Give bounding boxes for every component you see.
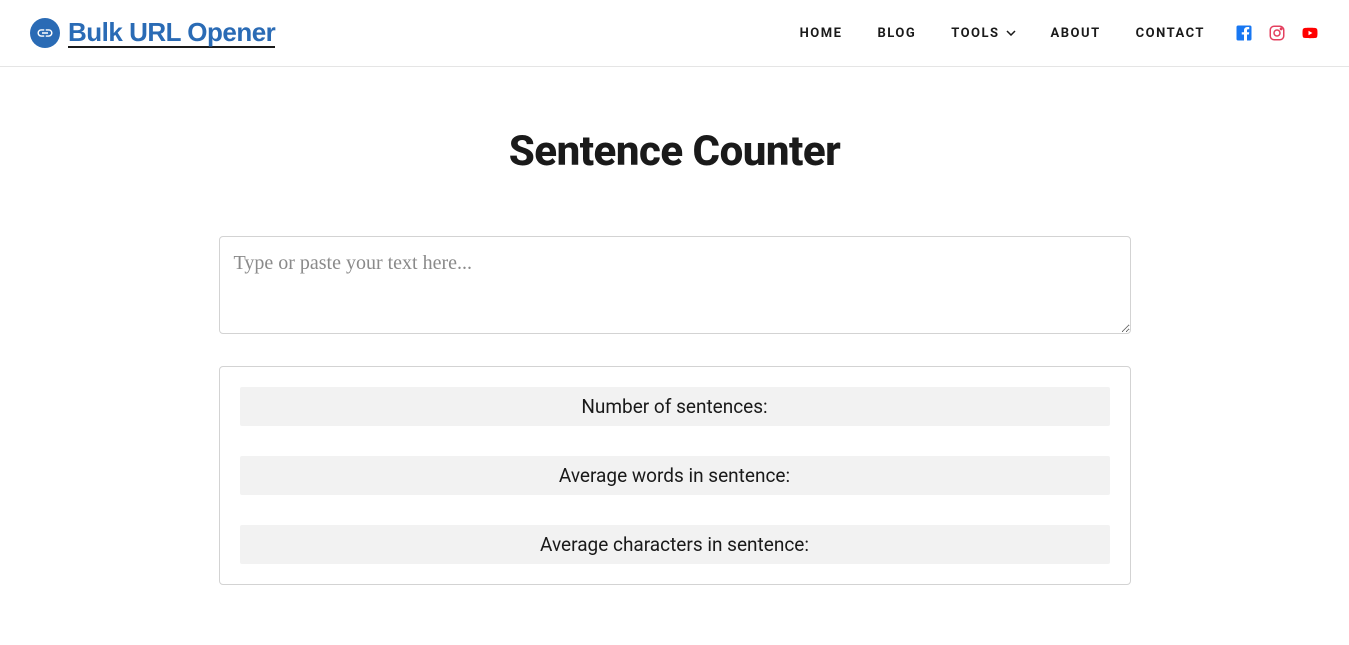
site-logo[interactable]: Bulk URL Opener <box>30 18 275 48</box>
logo-text: Bulk URL Opener <box>68 19 275 48</box>
main-nav: HOME BLOG TOOLS ABOUT CONTACT <box>800 26 1205 41</box>
nav-item-about[interactable]: ABOUT <box>1051 26 1101 41</box>
social-icons <box>1235 24 1319 42</box>
nav-item-contact[interactable]: CONTACT <box>1136 26 1205 41</box>
chevron-down-icon <box>1006 28 1016 38</box>
nav-label: ABOUT <box>1051 26 1101 41</box>
facebook-icon[interactable] <box>1235 24 1253 42</box>
site-header: Bulk URL Opener HOME BLOG TOOLS ABOUT CO… <box>0 0 1349 67</box>
instagram-icon[interactable] <box>1268 24 1286 42</box>
stat-row-sentences: Number of sentences: <box>240 387 1110 426</box>
stat-row-avg-words: Average words in sentence: <box>240 456 1110 495</box>
stats-box: Number of sentences: Average words in se… <box>219 366 1131 585</box>
nav-label: HOME <box>800 26 843 41</box>
stat-row-avg-chars: Average characters in sentence: <box>240 525 1110 564</box>
youtube-icon[interactable] <box>1301 24 1319 42</box>
main-content: Sentence Counter Number of sentences: Av… <box>219 67 1131 645</box>
stat-label: Number of sentences: <box>581 395 767 418</box>
nav-container: HOME BLOG TOOLS ABOUT CONTACT <box>800 24 1319 42</box>
stat-label: Average characters in sentence: <box>540 533 809 556</box>
stat-label: Average words in sentence: <box>559 464 790 487</box>
nav-item-home[interactable]: HOME <box>800 26 843 41</box>
nav-item-blog[interactable]: BLOG <box>877 26 916 41</box>
nav-label: TOOLS <box>951 26 999 41</box>
page-title: Sentence Counter <box>219 127 1131 176</box>
nav-label: BLOG <box>877 26 916 41</box>
link-icon <box>30 18 60 48</box>
nav-label: CONTACT <box>1136 26 1205 41</box>
text-input-area[interactable] <box>219 236 1131 334</box>
nav-item-tools[interactable]: TOOLS <box>951 26 1015 41</box>
